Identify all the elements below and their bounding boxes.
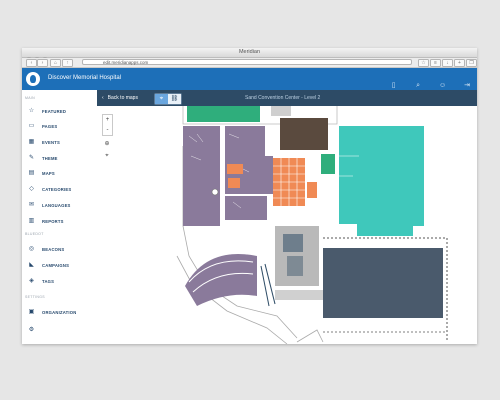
map-canvas[interactable]: + - ⊕ ⌖ xyxy=(97,106,477,344)
sidebar-item-theme[interactable]: ✎ THEME xyxy=(28,154,96,164)
calendar-icon: ▦ xyxy=(28,139,35,145)
venue-title: Sand Convention Center - Level 2 xyxy=(245,95,321,101)
pin-icon[interactable]: ⌖ xyxy=(155,94,168,104)
room-green[interactable] xyxy=(187,106,260,122)
bookmark-icon[interactable]: ☆ xyxy=(418,59,429,67)
back-to-maps-link[interactable]: ‹ Back to maps xyxy=(102,95,138,101)
view-toggle[interactable]: ⌖ ⛓ xyxy=(154,93,182,105)
app-logo[interactable] xyxy=(26,72,40,86)
url-text: edit.meridianapps.com xyxy=(103,60,149,65)
link-icon[interactable]: ⛓ xyxy=(168,94,181,104)
sidebar-item-organization[interactable]: ▣ ORGANIZATION xyxy=(28,308,96,318)
browser-window: Meridian ‹ › ⌂ ↑ edit.meridianapps.com ☆… xyxy=(22,48,477,344)
sidebar-item-maps[interactable]: ▤ MAPS xyxy=(28,169,96,179)
star-icon: ☆ xyxy=(28,108,35,114)
home-icon[interactable]: ⌂ xyxy=(50,59,61,67)
zoom-controls[interactable]: + - xyxy=(102,114,113,136)
add-tab-icon[interactable]: + xyxy=(454,59,465,67)
reports-icon: ▥ xyxy=(28,218,35,224)
chevron-left-icon: ‹ xyxy=(102,95,104,101)
sidebar-item-partial[interactable]: ⚙ xyxy=(28,326,96,336)
room-purple-b[interactable] xyxy=(225,126,265,156)
sidebar-item-categories[interactable]: ◇ CATEGORIES xyxy=(28,185,96,195)
zoom-out-button[interactable]: - xyxy=(103,125,112,135)
reading-icon[interactable]: ≡ xyxy=(430,59,441,67)
tag-icon: ◇ xyxy=(29,186,34,192)
sidebar-item-featured[interactable]: ☆ FEATURED xyxy=(28,107,96,117)
theme-icon: ✎ xyxy=(28,155,35,161)
forward-icon[interactable]: › xyxy=(37,59,48,67)
settings-icon: ⚙ xyxy=(28,327,35,333)
window-titlebar: Meridian xyxy=(22,48,477,63)
language-icon: ✉ xyxy=(28,202,35,208)
compass-icon[interactable]: ⊕ xyxy=(103,140,111,148)
floor-plan[interactable] xyxy=(97,106,477,344)
sidebar-item-beacons[interactable]: ◎ BEACONS xyxy=(28,245,96,255)
organization-icon: ▣ xyxy=(28,309,35,315)
sidebar-item-events[interactable]: ▦ EVENTS xyxy=(28,138,96,148)
app-header: Discover Memorial Hospital ▯ ⌕ ☺ ⇥ xyxy=(22,68,477,90)
back-icon[interactable]: ‹ xyxy=(26,59,37,67)
sidebar-item-languages[interactable]: ✉ LANGUAGES xyxy=(28,201,96,211)
sidebar-item-reports[interactable]: ▥ REPORTS xyxy=(28,217,96,227)
room-brown[interactable] xyxy=(280,118,328,150)
megaphone-icon: ◣ xyxy=(29,262,34,268)
sidebar-item-tags[interactable]: ◈ TAGS xyxy=(28,277,96,287)
app-title: Discover Memorial Hospital xyxy=(48,75,122,81)
zoom-in-button[interactable]: + xyxy=(103,115,112,125)
logout-icon[interactable]: ⇥ xyxy=(463,82,471,90)
room-purple-a[interactable] xyxy=(183,126,220,186)
section-bluedot: BLUEDOT xyxy=(25,232,44,236)
map-icon: ▤ xyxy=(28,170,35,176)
mobile-icon[interactable]: ▯ xyxy=(390,82,398,90)
section-settings: SETTINGS xyxy=(25,295,45,299)
share-icon[interactable]: ↑ xyxy=(62,59,73,67)
map-toolbar: ‹ Back to maps ⌖ ⛓ Sand Convention Center… xyxy=(97,90,477,106)
room-teal[interactable] xyxy=(339,126,424,236)
search-icon[interactable]: ⌕ xyxy=(414,82,422,90)
hall-slate[interactable] xyxy=(323,248,443,318)
address-bar[interactable]: edit.meridianapps.com xyxy=(82,59,412,65)
tag-icon: ◈ xyxy=(29,278,34,284)
browser-toolbar: ‹ › ⌂ ↑ edit.meridianapps.com ☆ ≡ ↓ + ❐ xyxy=(22,58,477,68)
beacon-icon: ◎ xyxy=(28,246,35,252)
tabs-icon[interactable]: ❐ xyxy=(466,59,477,67)
sidebar: MAIN ☆ FEATURED ▭ PAGES ▦ EVENTS ✎ THEME ▤ MA… xyxy=(22,90,98,344)
page-icon: ▭ xyxy=(28,123,35,129)
location-pin-icon[interactable]: ⌖ xyxy=(103,152,111,160)
section-main: MAIN xyxy=(25,96,35,100)
user-icon[interactable]: ☺ xyxy=(439,82,447,90)
downloads-icon[interactable]: ↓ xyxy=(442,59,453,67)
sidebar-item-pages[interactable]: ▭ PAGES xyxy=(28,122,96,132)
window-title: Meridian xyxy=(238,49,261,55)
sidebar-item-campaigns[interactable]: ◣ CAMPAIGNS xyxy=(28,261,96,271)
auditorium[interactable] xyxy=(185,254,257,306)
